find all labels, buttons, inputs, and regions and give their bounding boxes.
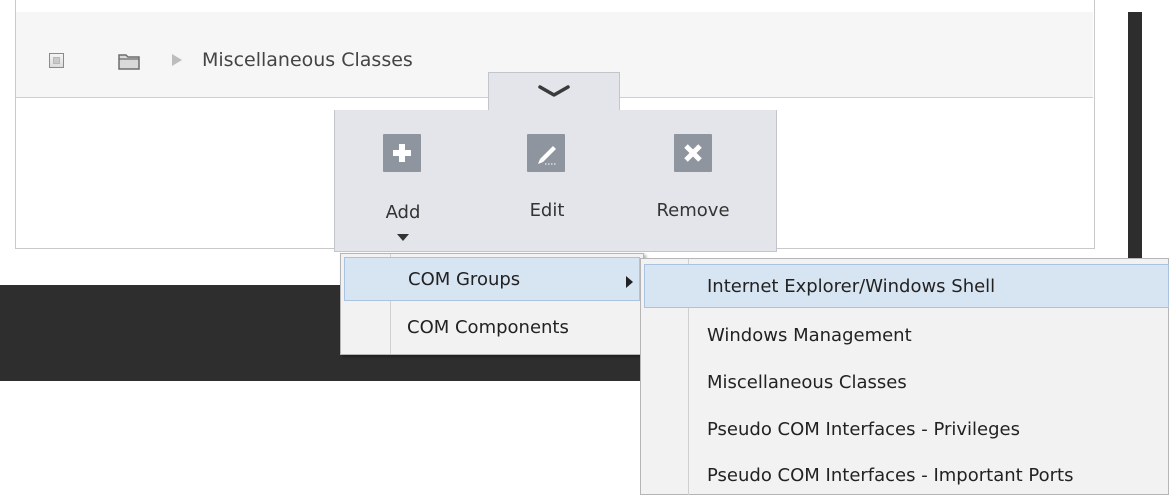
remove-label[interactable]: Remove	[643, 200, 743, 221]
add-label[interactable]: Add	[353, 202, 453, 223]
submenu-item-label[interactable]: Internet Explorer/Windows Shell	[707, 276, 995, 297]
scrollbar[interactable]	[1128, 12, 1142, 262]
edit-label[interactable]: Edit	[497, 200, 597, 221]
pencil-icon	[538, 146, 556, 165]
action-toolbar	[334, 110, 777, 252]
chevron-down-icon[interactable]	[536, 82, 572, 100]
edit-button[interactable]	[527, 134, 565, 172]
expand-arrow-icon[interactable]	[172, 54, 182, 66]
plus-icon	[393, 144, 411, 162]
submenu-item-windows-management[interactable]: Windows Management	[707, 325, 912, 346]
submenu-item-pseudo-important-ports[interactable]: Pseudo COM Interfaces - Important Ports	[707, 465, 1073, 486]
caret-down-icon[interactable]	[397, 234, 409, 241]
remove-button[interactable]	[674, 134, 712, 172]
submenu-item-miscellaneous-classes[interactable]: Miscellaneous Classes	[707, 372, 907, 393]
close-icon	[684, 144, 702, 162]
row-checkbox-icon[interactable]	[49, 53, 64, 68]
folder-icon	[118, 54, 140, 70]
tab-joint	[489, 109, 619, 112]
row-label: Miscellaneous Classes	[202, 49, 413, 71]
menu-item-label: COM Components	[407, 317, 569, 338]
submenu-item-pseudo-privileges[interactable]: Pseudo COM Interfaces - Privileges	[707, 419, 1020, 440]
menu-item-com-groups[interactable]: COM Groups	[344, 257, 640, 301]
menu-item-label: COM Groups	[408, 269, 521, 290]
add-button[interactable]	[383, 134, 421, 172]
submenu-arrow-icon	[626, 276, 633, 288]
menu-item-com-components[interactable]: COM Components	[344, 306, 640, 350]
